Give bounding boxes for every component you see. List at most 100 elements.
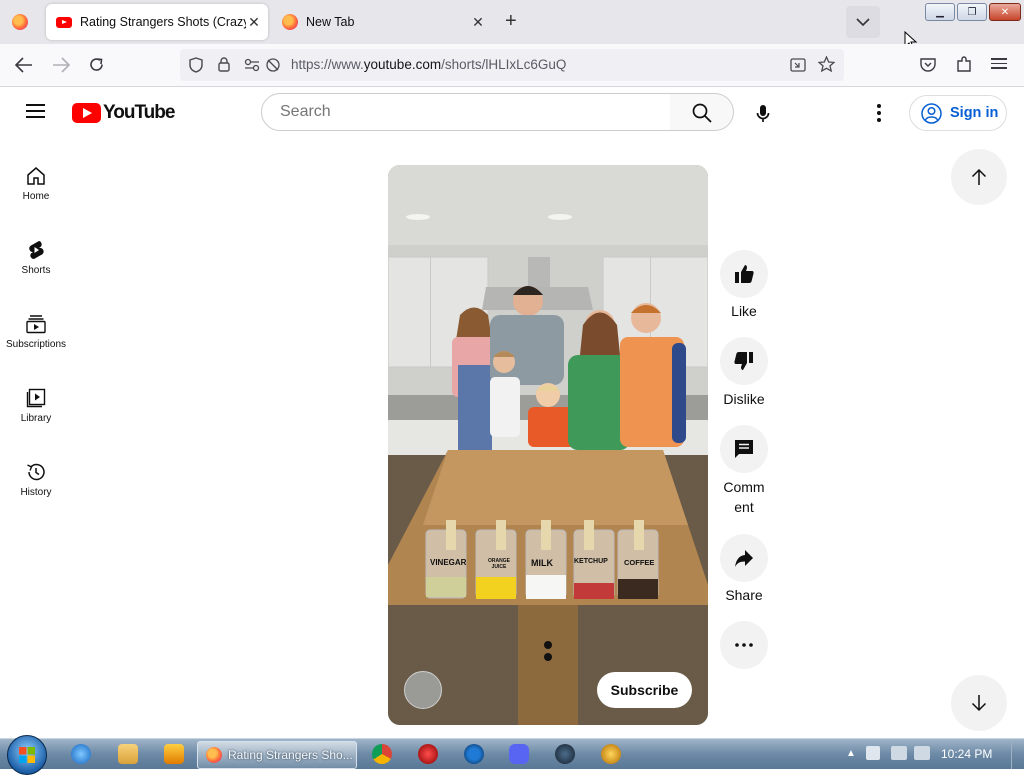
list-all-tabs-button[interactable] [846,6,880,38]
sidebar-item-library[interactable]: Library [0,379,72,449]
sidebar-item-label: Shorts [21,265,51,276]
youtube-play-logo-icon [72,103,101,123]
previous-short-button[interactable] [951,149,1007,205]
restore-window-button[interactable]: ❐ [957,3,987,21]
search-box [261,93,671,131]
search-icon [692,103,712,123]
system-clock[interactable]: 10:24 PM [941,747,992,761]
picture-in-picture-icon[interactable] [790,57,806,73]
sidebar-item-label: History [20,487,52,498]
autoplay-blocked-icon[interactable] [265,57,281,73]
microphone-icon [756,105,770,122]
guide-menu-icon[interactable] [26,100,45,122]
network-icon[interactable] [891,746,907,760]
more-actions-button[interactable] [720,621,768,669]
minimize-window-button[interactable]: ▁ [925,3,955,21]
youtube-header: YouTube Sign in [0,87,1024,141]
like-label: Like [731,303,757,319]
reload-icon[interactable] [88,56,105,73]
chrome-icon[interactable] [372,744,392,764]
sign-in-button[interactable]: Sign in [909,95,1007,131]
steam-icon[interactable] [555,744,575,764]
history-icon [27,463,45,481]
forward-arrow-icon[interactable] [52,57,70,73]
home-icon [27,167,45,185]
app-menu-hamburger-icon[interactable] [991,55,1007,72]
volume-muted-icon[interactable] [914,746,930,760]
more-icon [735,643,753,647]
taskbar-task-title: Rating Strangers Sho... [228,748,353,762]
close-tab-icon[interactable]: ✕ [470,14,486,31]
url-text: https://www.youtube.com/shorts/lHLIxLc6G… [291,57,567,72]
windows-taskbar: Rating Strangers Sho... ▲ 10:24 PM [0,735,1024,775]
windows-logo-icon [19,747,35,763]
sidebar-item-home[interactable]: Home [0,157,72,227]
share-icon [735,550,753,567]
game-app-icon[interactable] [601,744,621,764]
media-player-icon[interactable] [164,744,184,764]
permissions-icon[interactable] [244,58,260,72]
close-window-button[interactable]: ✕ [989,3,1021,21]
extensions-puzzle-icon[interactable] [956,56,972,73]
firefox-menu-icon[interactable] [12,14,28,30]
app-red-icon[interactable] [418,744,438,764]
cup-label: KETCHUP [574,558,608,565]
arrow-down-icon [971,695,987,712]
youtube-wordmark: YouTube [103,102,175,123]
tab-title: New Tab [306,15,355,29]
library-icon [26,388,46,408]
browser-nav-bar: https://www.youtube.com/shorts/lHLIxLc6G… [0,44,1024,87]
new-tab-plus-icon[interactable]: + [505,10,517,33]
thumbs-down-icon [734,352,753,370]
discord-icon[interactable] [509,744,529,764]
tab-youtube-short[interactable]: Rating Strangers Shots (Crazy F ✕ [46,4,268,40]
share-button[interactable] [720,534,768,582]
youtube-logo[interactable]: YouTube [72,102,175,124]
close-tab-icon[interactable]: ✕ [246,14,262,31]
like-button[interactable] [720,250,768,298]
taskbar-firefox-window[interactable]: Rating Strangers Sho... [197,741,357,769]
app-blue-icon[interactable] [464,744,484,764]
comment-button[interactable] [720,425,768,473]
dislike-label: Dislike [723,391,765,407]
subscribe-button[interactable]: Subscribe [597,672,692,708]
sidebar-item-label: Subscriptions [5,339,67,350]
search-input[interactable] [278,102,662,122]
comment-icon [735,440,753,458]
start-button[interactable] [7,735,47,775]
back-arrow-icon[interactable] [15,57,33,73]
internet-explorer-icon[interactable] [71,744,91,764]
search-button[interactable] [670,93,734,131]
firefox-favicon-icon [282,14,298,30]
action-center-flag-icon[interactable] [866,746,880,760]
dislike-button[interactable] [720,337,768,385]
pocket-icon[interactable] [920,57,936,72]
video-frame [388,165,708,725]
channel-avatar[interactable] [404,671,442,709]
short-video-player[interactable]: VINEGAR ORANGE JUICE MILK KETCHUP COFFEE [388,165,708,725]
sign-in-label: Sign in [950,105,999,121]
voice-search-button[interactable] [743,94,783,134]
thumbs-up-icon [735,265,754,283]
cup-label: COFFEE [624,558,655,567]
cup-label: ORANGE JUICE [488,558,510,570]
share-label: Share [725,587,763,603]
file-explorer-icon[interactable] [118,744,138,764]
sidebar-item-shorts[interactable]: Shorts [0,231,72,301]
tab-new-tab[interactable]: New Tab ✕ [272,4,492,40]
show-desktop-button[interactable] [1011,739,1024,769]
cup-label: VINEGAR [430,558,467,567]
sidebar-item-label: Home [22,191,50,202]
tab-title: Rating Strangers Shots (Crazy F [80,15,246,29]
sidebar-item-subscriptions[interactable]: Subscriptions [0,305,72,375]
lock-icon[interactable] [218,57,230,72]
subscriptions-icon [26,315,46,334]
settings-more-icon[interactable] [877,104,881,122]
show-hidden-icons-arrow-icon[interactable]: ▲ [846,748,856,759]
sidebar-item-history[interactable]: History [0,453,72,523]
account-circle-icon [921,102,942,124]
next-short-button[interactable] [951,675,1007,731]
tracking-protection-shield-icon[interactable] [189,57,203,73]
address-bar[interactable]: https://www.youtube.com/shorts/lHLIxLc6G… [180,49,844,81]
bookmark-star-icon[interactable] [818,56,835,73]
